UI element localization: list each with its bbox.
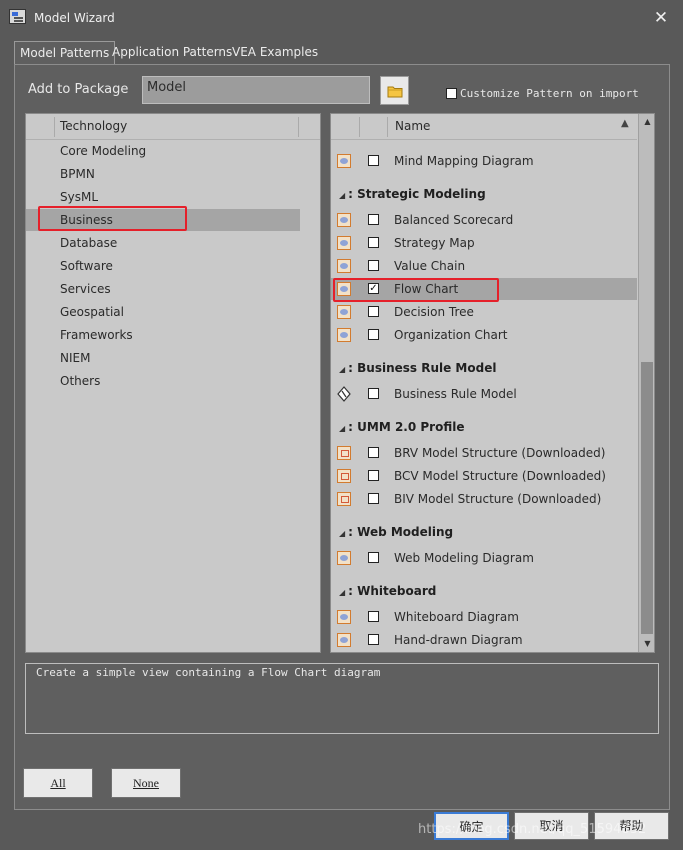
app-icon [9, 9, 26, 24]
group-header[interactable]: ◢: Strategic Modeling [339, 187, 486, 201]
pattern-checkbox[interactable] [368, 634, 379, 645]
close-icon[interactable]: ✕ [652, 9, 670, 27]
pattern-checkbox[interactable] [368, 611, 379, 622]
pattern-checkbox[interactable] [368, 552, 379, 563]
pattern-checkbox[interactable] [368, 447, 379, 458]
model-structure-icon [337, 469, 351, 483]
pattern-item[interactable]: Decision Tree [394, 305, 474, 319]
column-separator [54, 117, 55, 137]
technology-item[interactable]: SysML [60, 190, 98, 204]
technology-item[interactable]: BPMN [60, 167, 95, 181]
pattern-checkbox[interactable] [368, 155, 379, 166]
technology-item[interactable]: Services [60, 282, 111, 296]
select-all-button[interactable]: All [23, 768, 93, 798]
pattern-item[interactable]: Organization Chart [394, 328, 508, 342]
rule-icon [337, 386, 351, 402]
diagram-icon [337, 328, 351, 342]
window-title: Model Wizard [34, 11, 115, 25]
diagram-icon [337, 633, 351, 647]
pattern-checkbox[interactable] [368, 470, 379, 481]
technology-item[interactable]: Others [60, 374, 100, 388]
technology-item[interactable]: Software [60, 259, 113, 273]
technology-header-label: Technology [60, 119, 128, 133]
technology-item[interactable]: Database [60, 236, 117, 250]
pattern-checkbox[interactable] [368, 329, 379, 340]
technology-item[interactable]: Core Modeling [60, 144, 146, 158]
vertical-scrollbar[interactable]: ▲ ▼ [638, 114, 654, 652]
tab-vea-examples[interactable]: VEA Examples [227, 41, 323, 64]
collapse-triangle-icon[interactable]: ◢ [339, 365, 345, 374]
collapse-triangle-icon[interactable]: ◢ [339, 529, 345, 538]
technology-item[interactable]: Geospatial [60, 305, 124, 319]
pattern-item[interactable]: Strategy Map [394, 236, 475, 250]
pattern-item[interactable]: Hand-drawn Diagram [394, 633, 523, 647]
watermark: https://blog.csdn.net/qq_51594832 [418, 822, 647, 837]
customize-checkbox[interactable] [446, 88, 457, 99]
pattern-item[interactable]: Web Modeling Diagram [394, 551, 534, 565]
diagram-icon [337, 610, 351, 624]
technology-item[interactable]: NIEM [60, 351, 90, 365]
collapse-triangle-icon[interactable]: ◢ [339, 191, 345, 200]
pattern-checkbox[interactable] [368, 306, 379, 317]
highlight-box [38, 206, 187, 231]
pattern-item[interactable]: Mind Mapping Diagram [394, 154, 534, 168]
package-label: Add to Package [28, 82, 129, 97]
model-structure-icon [337, 492, 351, 506]
pattern-checkbox[interactable] [368, 260, 379, 271]
group-header[interactable]: ◢: Whiteboard [339, 584, 436, 598]
pattern-item[interactable]: BRV Model Structure (Downloaded) [394, 446, 605, 460]
diagram-icon [337, 551, 351, 565]
pattern-item[interactable]: Whiteboard Diagram [394, 610, 519, 624]
sort-up-icon[interactable]: ▲ [621, 118, 629, 129]
pattern-item[interactable]: Balanced Scorecard [394, 213, 513, 227]
technology-header: Technology [26, 114, 320, 140]
diagram-icon [337, 236, 351, 250]
scrollbar-thumb[interactable] [641, 362, 653, 634]
pattern-item[interactable]: BCV Model Structure (Downloaded) [394, 469, 606, 483]
pattern-checkbox[interactable] [368, 214, 379, 225]
diagram-icon [337, 213, 351, 227]
column-separator [298, 117, 299, 137]
pattern-checkbox[interactable] [368, 237, 379, 248]
folder-icon [387, 86, 403, 98]
scroll-down-icon[interactable]: ▼ [639, 636, 654, 652]
diagram-icon [337, 154, 351, 168]
diagram-icon [337, 305, 351, 319]
pattern-checkbox[interactable] [368, 493, 379, 504]
pattern-item[interactable]: Value Chain [394, 259, 465, 273]
scroll-up-icon[interactable]: ▲ [639, 114, 654, 130]
collapse-triangle-icon[interactable]: ◢ [339, 588, 345, 597]
package-input[interactable]: Model [142, 76, 370, 104]
collapse-triangle-icon[interactable]: ◢ [339, 424, 345, 433]
pattern-item[interactable]: BIV Model Structure (Downloaded) [394, 492, 601, 506]
group-header[interactable]: ◢: Web Modeling [339, 525, 453, 539]
model-structure-icon [337, 446, 351, 460]
description-box: Create a simple view containing a Flow C… [25, 663, 659, 734]
pattern-header-label: Name [395, 119, 431, 133]
technology-list: Technology Core Modeling BPMN SysML Busi… [25, 113, 321, 653]
group-header[interactable]: ◢: UMM 2.0 Profile [339, 420, 464, 434]
highlight-box [333, 278, 499, 302]
technology-item[interactable]: Frameworks [60, 328, 133, 342]
pattern-checkbox[interactable] [368, 388, 379, 399]
column-separator [387, 117, 388, 137]
group-header[interactable]: ◢: Business Rule Model [339, 361, 496, 375]
tab-application-patterns[interactable]: Application Patterns [107, 41, 237, 64]
pattern-item[interactable]: Business Rule Model [394, 387, 517, 401]
select-none-button[interactable]: None [111, 768, 181, 798]
column-separator [359, 117, 360, 137]
browse-package-button[interactable] [380, 76, 409, 105]
customize-label: Customize Pattern on import [460, 87, 639, 100]
diagram-icon [337, 259, 351, 273]
pattern-header: Name ▲ [331, 114, 637, 140]
pattern-list: Name ▲ Mind Mapping Diagram ◢: Strategic… [330, 113, 655, 653]
tab-model-patterns[interactable]: Model Patterns [14, 41, 116, 65]
